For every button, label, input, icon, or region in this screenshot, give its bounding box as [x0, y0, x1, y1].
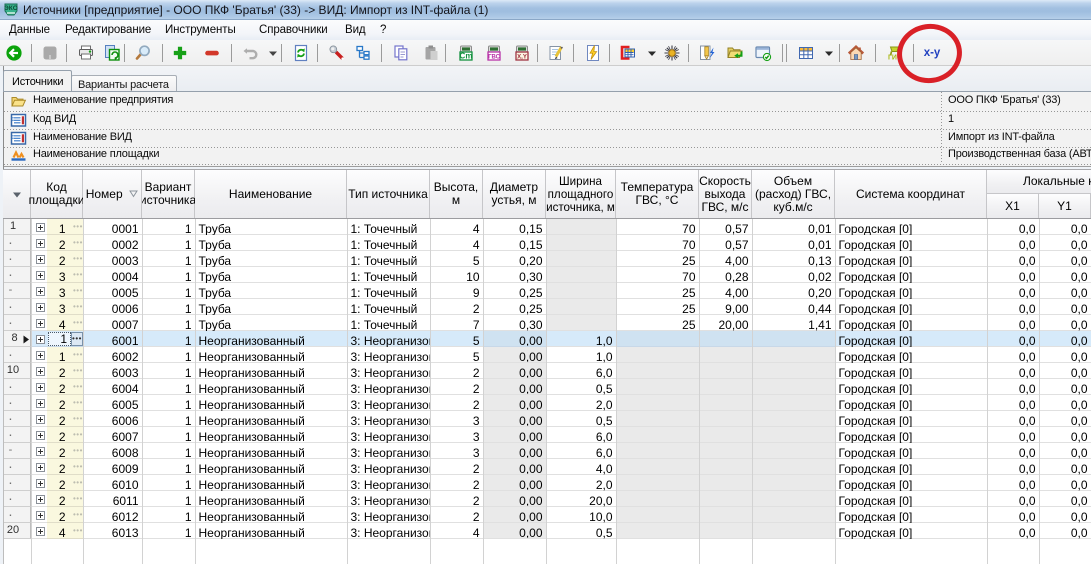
svg-text:Cm: Cm: [460, 52, 473, 61]
svg-text:ЭКО: ЭКО: [4, 5, 18, 12]
svg-text:X,Y: X,Y: [517, 55, 527, 61]
svg-text:ГВС: ГВС: [488, 55, 501, 61]
